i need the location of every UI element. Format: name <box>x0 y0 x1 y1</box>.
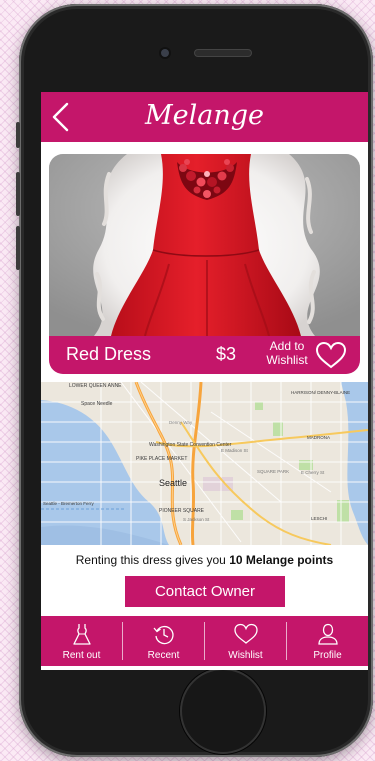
map-label-ferry: Seattle - Bremerton Ferry <box>43 501 95 506</box>
map-label-pike-place: PIKE PLACE MARKET <box>136 456 187 462</box>
tab-recent[interactable]: Recent <box>123 616 204 666</box>
map-label-pioneer: PIONEER SQUARE <box>159 508 205 514</box>
front-camera <box>161 49 169 57</box>
map-label-madison: E Madison St <box>221 448 249 453</box>
item-price: $3 <box>216 344 237 364</box>
tab-wishlist[interactable]: Wishlist <box>205 616 286 666</box>
location-map[interactable]: LOWER QUEEN ANNE Space Needle Denny Way … <box>41 382 368 545</box>
map-label-cherry: E Cherry St <box>301 470 325 475</box>
tab-label: Rent out <box>62 650 101 661</box>
promo-text: Renting this dress gives you <box>75 553 230 567</box>
tab-label: Recent <box>147 650 180 661</box>
map-label-convention: Washington State Convention Center <box>149 442 232 448</box>
contact-owner-button[interactable]: Contact Owner <box>125 576 285 607</box>
bottom-tab-bar: Rent out Recent Wishlist Profile <box>41 616 368 666</box>
map-label-city: Seattle <box>159 478 187 488</box>
tab-rent-out[interactable]: Rent out <box>41 616 122 666</box>
tab-label: Profile <box>313 650 342 661</box>
map-label-leschi: LESCHI <box>311 516 327 521</box>
points-promo: Renting this dress gives you 10 Melange … <box>41 553 368 567</box>
map-label-lower-queen-anne: LOWER QUEEN ANNE <box>69 383 122 389</box>
heart-outline-icon[interactable] <box>315 341 347 369</box>
item-card[interactable]: Red Dress $3 Add to Wishlist <box>49 154 360 374</box>
tab-profile[interactable]: Profile <box>287 616 368 666</box>
map-label-space-needle: Space Needle <box>81 401 113 407</box>
map-label-square-park: SQUARE PARK <box>257 469 289 474</box>
person-icon <box>318 623 338 645</box>
earpiece-speaker <box>195 50 251 56</box>
history-clock-icon <box>153 625 174 645</box>
add-to-wishlist-label[interactable]: Add to Wishlist <box>261 339 313 367</box>
app-screen: Melange Red Dress $3 Add to Wishlist LOW… <box>41 92 368 670</box>
red-dress-photo <box>49 154 360 336</box>
volume-down-button <box>16 226 20 270</box>
heart-icon <box>234 623 258 644</box>
map-label-madrona: MADRONA <box>307 435 330 440</box>
promo-points: 10 Melange points <box>229 553 334 567</box>
dress-icon <box>73 624 91 645</box>
map-label-jackson: S Jackson St <box>183 517 210 522</box>
map-label-hampton: HARRISON/ DENNY-BLAINE <box>291 390 350 395</box>
top-bar: Melange <box>41 92 368 142</box>
app-title: Melange <box>144 100 264 131</box>
volume-up-button <box>16 172 20 216</box>
home-button[interactable] <box>180 668 266 754</box>
mute-switch <box>16 122 20 148</box>
tab-label: Wishlist <box>228 650 263 661</box>
map-label-denny: Denny Way <box>169 420 193 425</box>
item-name: Red Dress <box>66 344 152 364</box>
item-info-bar: Red Dress $3 Add to Wishlist <box>49 336 360 374</box>
